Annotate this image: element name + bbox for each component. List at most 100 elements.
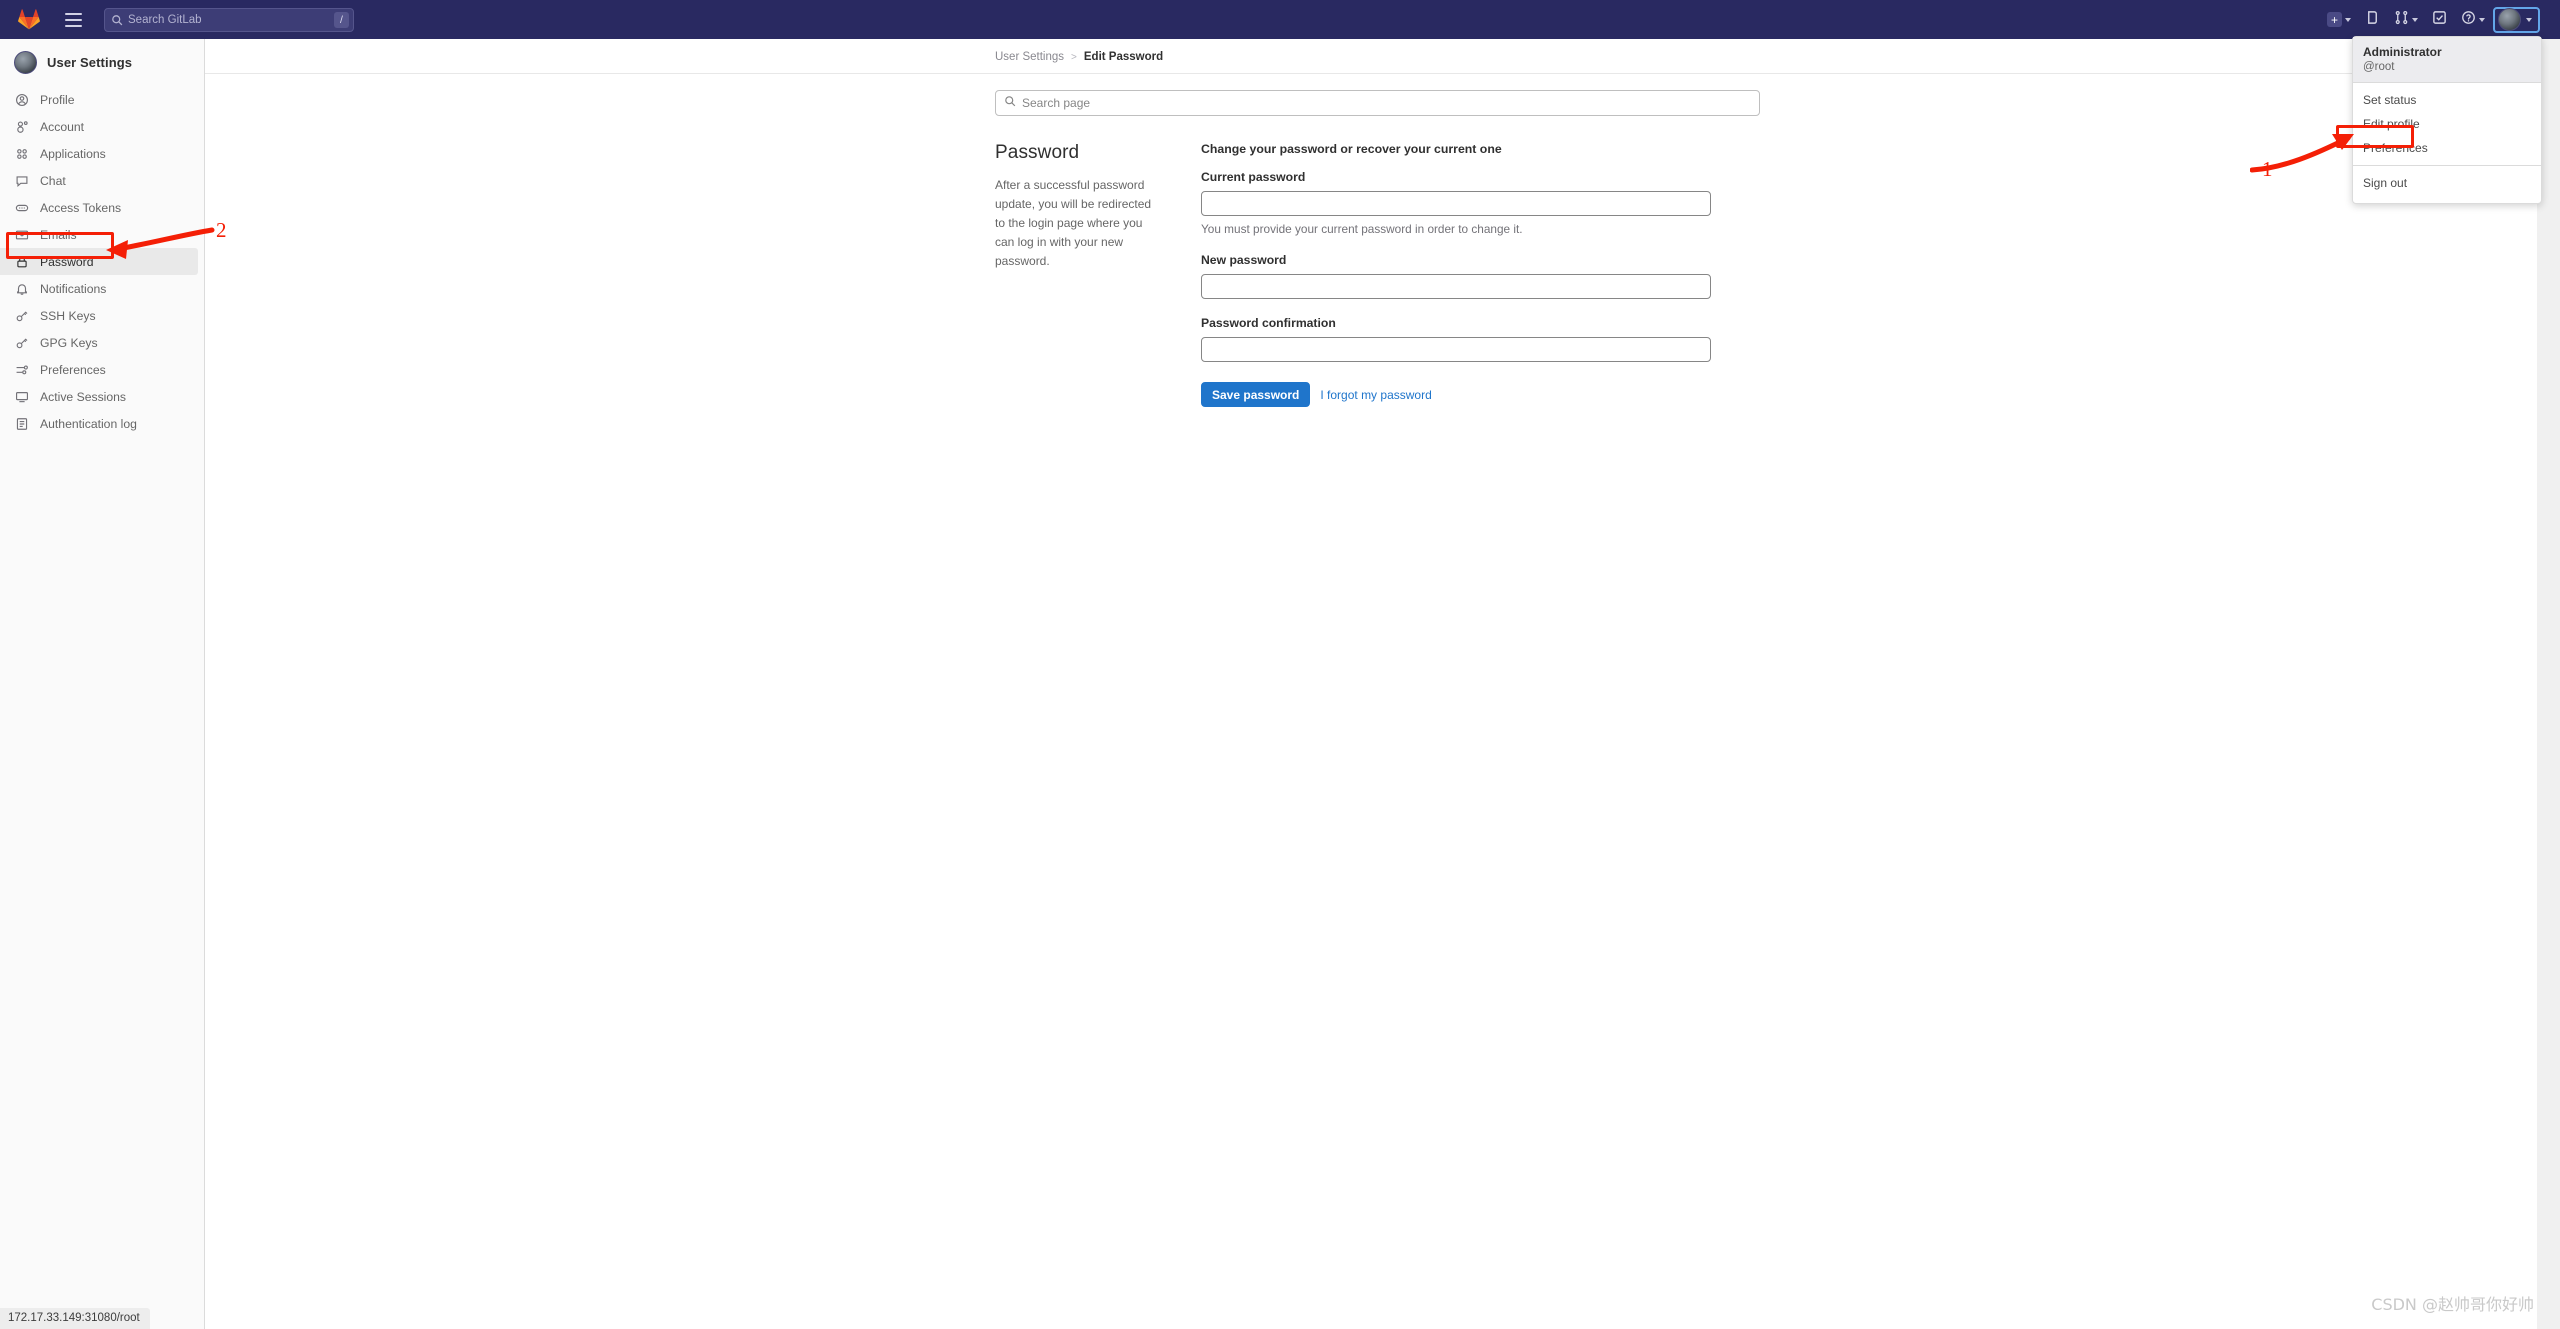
annotation-number-1: 1 [2262,157,2273,181]
sidebar-item-label: Access Tokens [40,200,122,215]
current-password-label: Current password [1201,170,1306,184]
todos-button[interactable] [2426,5,2453,35]
annotation-number-2: 2 [216,218,227,242]
page-title: Password [995,142,1080,163]
question-circle-icon [2461,10,2476,30]
search-page-placeholder: Search page [1022,96,1091,110]
sidebar-header[interactable]: User Settings [0,39,204,84]
form-legend: Change your password or recover your cur… [1201,142,1502,156]
chevron-down-icon [2479,17,2485,22]
menu-item-preferences[interactable]: Preferences [2353,136,2541,160]
sidebar-item-label: Emails [40,227,77,242]
issues-icon [2365,10,2380,30]
sidebar-item-account[interactable]: Account [0,113,198,140]
breadcrumb-parent[interactable]: User Settings [995,51,1064,63]
create-new-button[interactable]: + [2321,5,2357,35]
breadcrumb: User Settings > Edit Password [995,51,2535,63]
search-icon [1004,94,1016,112]
user-menu-header: Administrator @root [2353,37,2541,83]
plus-square-icon: + [2327,12,2342,27]
breadcrumb-separator: > [1071,51,1077,63]
sidebar-item-authentication-log[interactable]: Authentication log [0,410,198,437]
token-icon [14,200,30,216]
key-icon [14,308,30,324]
user-menu-name: Administrator [2363,45,2442,59]
watermark: CSDN @赵帅哥你好帅 [2371,1295,2534,1314]
sidebar-item-label: GPG Keys [40,335,98,350]
global-search-placeholder: Search GitLab [128,13,202,26]
sidebar-item-notifications[interactable]: Notifications [0,275,198,302]
sidebar-item-gpg-keys[interactable]: GPG Keys [0,329,198,356]
user-avatar-icon [14,51,37,74]
sidebar-item-label: Account [40,119,85,134]
app-root: Search GitLab / + User Settings Profile … [0,0,2560,1329]
sidebar-item-access-tokens[interactable]: Access Tokens [0,194,198,221]
avatar-icon [2498,8,2521,31]
sidebar-item-applications[interactable]: Applications [0,140,198,167]
search-icon [111,14,123,26]
top-navbar: Search GitLab / + [0,0,2560,39]
user-circle-icon [14,92,30,108]
list-document-icon [14,416,30,432]
todo-check-icon [2432,10,2447,30]
merge-request-icon [2394,10,2409,30]
status-bar-url: 172.17.33.149:31080/root [0,1308,150,1329]
navbar-actions: + [2321,0,2540,39]
forgot-password-link[interactable]: I forgot my password [1320,388,1431,402]
chevron-down-icon [2526,17,2532,22]
merge-requests-button[interactable] [2388,5,2424,35]
user-settings-sidebar: User Settings Profile Account Applicatio… [0,39,205,1329]
new-password-input[interactable] [1201,274,1711,299]
key-icon [14,335,30,351]
sidebar-nav-list: Profile Account Applications Chat Access… [0,86,204,437]
menu-item-edit-profile[interactable]: Edit profile [2353,112,2541,136]
password-form: Change your password or recover your cur… [1201,142,1721,407]
applications-grid-icon [14,146,30,162]
sidebar-item-emails[interactable]: Emails [0,221,198,248]
lock-icon [14,254,30,270]
password-confirmation-field-block: Password confirmation [1201,316,1721,362]
current-password-field-block: Current password You must provide your c… [1201,170,1721,236]
menu-item-set-status[interactable]: Set status [2353,88,2541,112]
global-search-input[interactable]: Search GitLab / [104,7,354,32]
sidebar-item-preferences[interactable]: Preferences [0,356,198,383]
sidebar-item-label: Chat [40,173,66,188]
password-settings-section: Password After a successful password upd… [995,142,1760,407]
new-password-label: New password [1201,253,1287,267]
user-menu-handle: @root [2363,61,2395,73]
current-password-input[interactable] [1201,191,1711,216]
bell-icon [14,281,30,297]
chevron-down-icon [2412,17,2418,22]
password-section-info: Password After a successful password upd… [995,142,1201,407]
sidebar-title: User Settings [47,55,133,70]
user-menu-group-primary: Set status Edit profile Preferences [2353,83,2541,165]
sidebar-item-password[interactable]: Password [0,248,198,275]
sidebar-item-profile[interactable]: Profile [0,86,198,113]
sliders-icon [14,362,30,378]
user-avatar-button[interactable] [2493,6,2540,33]
help-button[interactable] [2455,5,2491,35]
account-icon [14,119,30,135]
password-confirmation-input[interactable] [1201,337,1711,362]
sidebar-item-ssh-keys[interactable]: SSH Keys [0,302,198,329]
search-page-input[interactable]: Search page [995,90,1760,116]
chat-bubble-icon [14,173,30,189]
sidebar-item-chat[interactable]: Chat [0,167,198,194]
menu-item-sign-out[interactable]: Sign out [2353,171,2541,195]
main-content: User Settings > Edit Password Search pag… [205,39,2535,1329]
sidebar-item-label: Authentication log [40,416,137,431]
user-dropdown-menu: Administrator @root Set status Edit prof… [2352,36,2542,204]
breadcrumb-bar: User Settings > Edit Password [205,39,2535,74]
new-password-field-block: New password [1201,253,1721,299]
save-password-button[interactable]: Save password [1201,382,1311,407]
password-section-description: After a successful password update, you … [995,178,1152,268]
search-shortcut-badge: / [334,11,349,28]
hamburger-menu-icon[interactable] [56,3,90,37]
sidebar-item-active-sessions[interactable]: Active Sessions [0,383,198,410]
sidebar-item-label: Profile [40,92,75,107]
monitor-icon [14,389,30,405]
chevron-down-icon [2345,17,2351,22]
gitlab-logo-icon[interactable] [10,9,48,30]
issues-button[interactable] [2359,5,2386,35]
breadcrumb-current[interactable]: Edit Password [1084,51,1163,63]
